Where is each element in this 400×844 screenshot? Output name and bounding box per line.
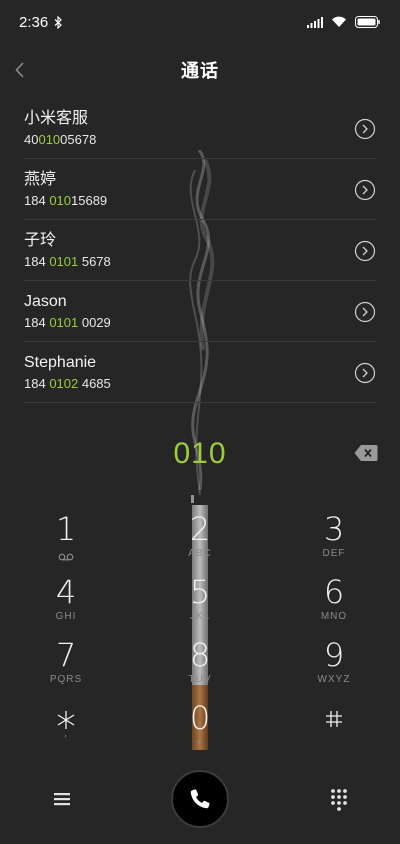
number-prefix: 184: [24, 315, 50, 330]
number-prefix: 184: [24, 254, 50, 269]
battery-icon: [355, 16, 380, 28]
menu-icon[interactable]: [50, 788, 74, 810]
chevron-right-circle-icon[interactable]: [354, 118, 376, 140]
contact-info: 子玲 184 0101 5678: [24, 231, 111, 271]
list-item[interactable]: 燕婷 184 01015689: [24, 159, 376, 220]
chevron-right-circle-icon[interactable]: [354, 362, 376, 384]
key-letters: GHI: [55, 611, 77, 622]
dialpad-icon[interactable]: [328, 787, 350, 811]
key-9[interactable]: 9 WXYZ: [274, 636, 394, 696]
key-1[interactable]: 1: [6, 510, 126, 570]
key-letters: DEF: [322, 548, 346, 559]
list-item[interactable]: 子玲 184 0101 5678: [24, 220, 376, 281]
header: 通话: [0, 48, 400, 92]
key-letters: +: [196, 737, 204, 748]
contact-number: 4001005678: [24, 131, 96, 149]
key-digit: 0: [189, 699, 211, 737]
number-prefix: 184: [24, 193, 50, 208]
asterisk-icon: [57, 711, 75, 729]
number-suffix: 15689: [71, 193, 108, 208]
contact-info: Stephanie 184 0102 4685: [24, 353, 111, 393]
signal-icon: [307, 16, 323, 28]
key-digit: 2: [189, 510, 211, 548]
page-title: 通话: [181, 61, 219, 81]
key-star[interactable]: ': [6, 699, 126, 759]
list-item[interactable]: Jason 184 0101 0029: [24, 281, 376, 342]
number-match: 0101: [49, 254, 79, 269]
key-letters: MNO: [320, 611, 348, 622]
key-4[interactable]: 4 GHI: [6, 573, 126, 633]
key-3[interactable]: 3 DEF: [274, 510, 394, 570]
contact-number: 184 0101 5678: [24, 253, 111, 271]
contact-list: 小米客服 4001005678 燕婷 184 01015689 子玲 184 0…: [24, 98, 376, 403]
contact-number: 184 0102 4685: [24, 375, 111, 393]
number-prefix: 184: [24, 376, 50, 391]
status-time: 2:36: [19, 13, 49, 31]
contact-name: Stephanie: [24, 354, 97, 371]
key-letters: PQRS: [49, 674, 83, 685]
list-item[interactable]: Stephanie 184 0102 4685: [24, 342, 376, 403]
bluetooth-icon: [54, 15, 63, 29]
number-suffix: 5678: [78, 254, 111, 269]
key-digit: 4: [55, 573, 77, 611]
bottom-bar: [0, 770, 400, 830]
contact-number: 184 0101 0029: [24, 314, 111, 332]
number-suffix: 05678: [60, 132, 97, 147]
contact-number: 184 01015689: [24, 192, 107, 210]
wifi-icon: [332, 16, 346, 27]
number-match: 010: [38, 132, 61, 147]
number-match: 0102: [49, 376, 79, 391]
contact-info: Jason 184 0101 0029: [24, 292, 111, 332]
phone-icon: [190, 789, 210, 809]
key-letters: ABC: [188, 548, 212, 559]
key-7[interactable]: 7 PQRS: [6, 636, 126, 696]
number-match: 010: [49, 193, 72, 208]
contact-info: 小米客服 4001005678: [24, 109, 96, 149]
chevron-right-circle-icon[interactable]: [354, 301, 376, 323]
key-hash[interactable]: [274, 699, 394, 759]
number-prefix: 40: [24, 132, 39, 147]
key-0[interactable]: 0 +: [140, 699, 260, 759]
contact-name: 子玲: [24, 232, 57, 249]
hash-icon: [326, 711, 342, 727]
contact-info: 燕婷 184 01015689: [24, 170, 107, 210]
voicemail-icon: [58, 553, 74, 561]
key-letters: ': [64, 734, 68, 745]
key-5[interactable]: 5 JKL: [140, 573, 260, 633]
chevron-right-circle-icon[interactable]: [354, 240, 376, 262]
back-button[interactable]: [6, 56, 34, 84]
key-2[interactable]: 2 ABC: [140, 510, 260, 570]
key-digit: 3: [323, 510, 345, 548]
status-bar: 2:36: [0, 0, 400, 44]
key-6[interactable]: 6 MNO: [274, 573, 394, 633]
number-suffix: 0029: [78, 315, 111, 330]
number-match: 0101: [49, 315, 79, 330]
backspace-icon[interactable]: [354, 444, 378, 462]
key-letters: WXYZ: [317, 674, 351, 685]
contact-name: 小米客服: [24, 110, 89, 127]
status-right: [307, 16, 380, 28]
call-button[interactable]: [171, 770, 229, 828]
key-letters: TUV: [188, 674, 212, 685]
key-digit: 6: [323, 573, 345, 611]
key-8[interactable]: 8 TUV: [140, 636, 260, 696]
key-digit: 5: [189, 573, 211, 611]
list-item[interactable]: 小米客服 4001005678: [24, 98, 376, 159]
key-digit: 1: [55, 510, 77, 548]
key-digit: 8: [189, 636, 211, 674]
contact-name: 燕婷: [24, 171, 57, 188]
key-digit: 7: [55, 636, 77, 674]
key-digit: 9: [323, 636, 345, 674]
key-letters: JKL: [189, 611, 211, 622]
dialed-number: 010: [173, 437, 227, 470]
number-suffix: 4685: [78, 376, 111, 391]
status-left: 2:36: [19, 14, 63, 31]
chevron-left-icon: [15, 62, 24, 78]
contact-name: Jason: [24, 293, 67, 310]
chevron-right-circle-icon[interactable]: [354, 179, 376, 201]
